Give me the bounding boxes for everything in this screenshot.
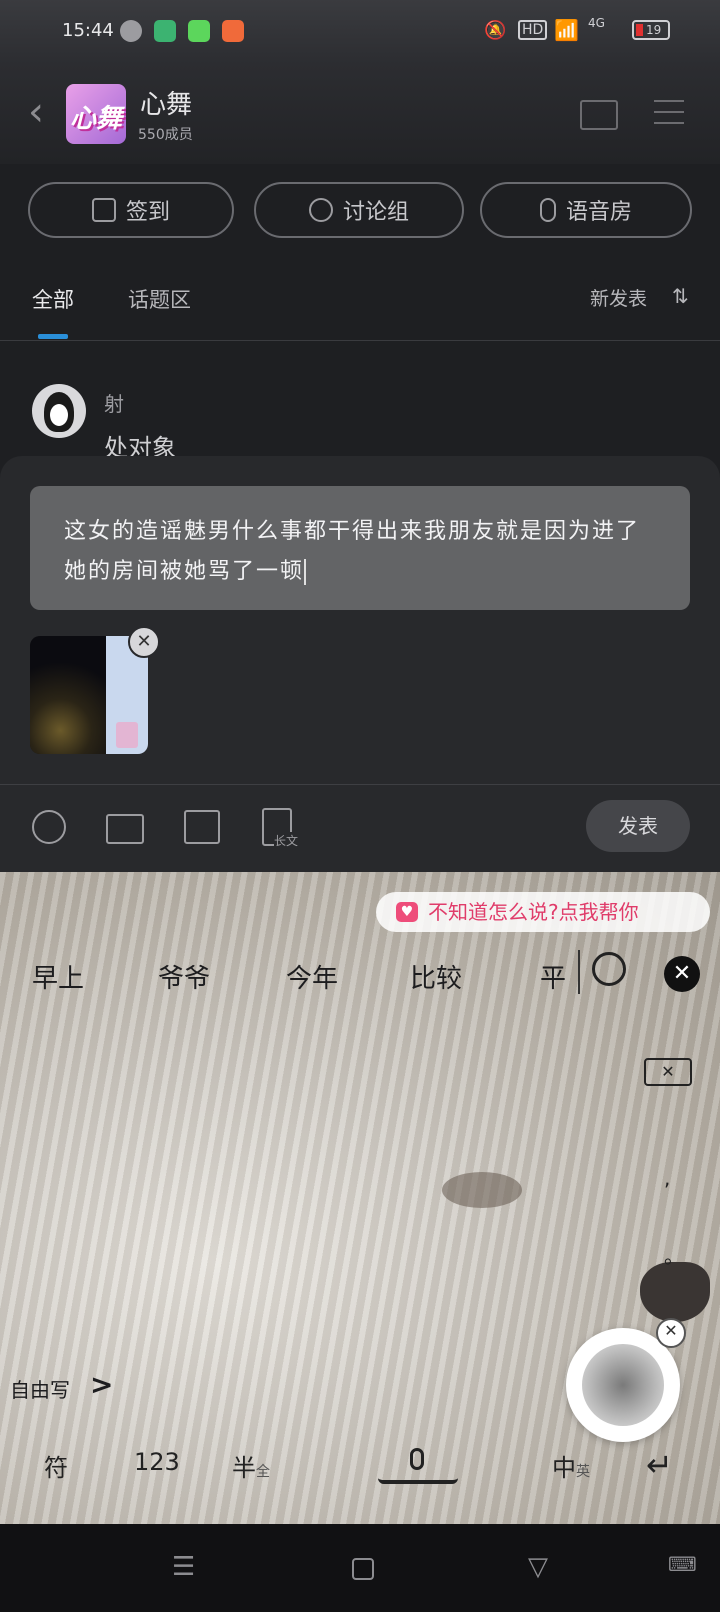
wechat-icon bbox=[120, 20, 142, 42]
half-width-label: 半 bbox=[232, 1454, 256, 1482]
discussion-button[interactable]: 讨论组 bbox=[254, 182, 464, 238]
freewrite-label[interactable]: 自由写 bbox=[10, 1374, 70, 1403]
add-gallery-icon[interactable] bbox=[184, 810, 220, 844]
background-dog-eye bbox=[442, 1172, 522, 1208]
long-text-label: 长文 bbox=[274, 832, 299, 849]
period-key[interactable]: 。 bbox=[664, 1240, 684, 1269]
background-dog-nose bbox=[640, 1262, 710, 1322]
candidate-word[interactable]: 爷爷 bbox=[158, 958, 210, 995]
back-nav-icon[interactable]: ▽ bbox=[528, 1552, 548, 1582]
english-label: 英 bbox=[576, 1464, 590, 1480]
battery-level: 19 bbox=[646, 23, 662, 37]
app-icon bbox=[188, 20, 210, 42]
publish-button[interactable]: 发表 bbox=[586, 800, 690, 852]
text-caret bbox=[304, 559, 307, 585]
network-label: 4G bbox=[588, 16, 605, 30]
candidate-word[interactable]: 比较 bbox=[410, 958, 462, 995]
app-icon bbox=[154, 20, 176, 42]
active-tab-indicator bbox=[38, 334, 68, 339]
voice-room-label: 语音房 bbox=[565, 200, 632, 225]
home-icon[interactable] bbox=[352, 1558, 374, 1580]
candidate-divider bbox=[578, 950, 580, 994]
chevron-right-icon[interactable]: > bbox=[90, 1368, 113, 1401]
symbols-key[interactable]: 符 bbox=[44, 1448, 68, 1483]
voice-room-button[interactable]: 语音房 bbox=[480, 182, 692, 238]
back-icon[interactable]: ‹ bbox=[28, 92, 58, 132]
group-avatar[interactable]: 心舞 bbox=[66, 84, 126, 144]
enter-icon[interactable]: ↵ bbox=[646, 1446, 673, 1484]
wifi-icon: 📶 bbox=[554, 18, 579, 42]
menu-nav-icon[interactable]: ☰ bbox=[172, 1552, 195, 1582]
compose-input[interactable]: 这女的造谣魅男什么事都干得出来我朋友就是因为进了她的房间被她骂了一顿 bbox=[30, 486, 690, 610]
microphone-icon bbox=[410, 1448, 424, 1470]
comma-key[interactable]: , bbox=[664, 1166, 670, 1190]
half-width-key[interactable]: 半全 bbox=[232, 1448, 270, 1483]
chinese-label: 中 bbox=[552, 1454, 576, 1482]
chat-bubble-icon bbox=[308, 198, 333, 222]
member-count[interactable]: 550成员 bbox=[138, 124, 193, 144]
discussion-label: 讨论组 bbox=[342, 200, 409, 225]
tab-topics[interactable]: 话题区 bbox=[128, 284, 191, 314]
menu-icon[interactable] bbox=[654, 100, 684, 126]
sort-icon[interactable]: ⇅ bbox=[672, 284, 689, 308]
sort-label[interactable]: 新发表 bbox=[590, 284, 647, 311]
candidate-word[interactable]: 今年 bbox=[286, 958, 338, 995]
heart-icon: ♥ bbox=[396, 902, 418, 922]
post-author[interactable]: 射 bbox=[104, 388, 124, 417]
app-icon bbox=[222, 20, 244, 42]
checkin-label: 签到 bbox=[125, 200, 170, 225]
close-sticker-icon[interactable]: ✕ bbox=[656, 1318, 686, 1348]
language-toggle-key[interactable]: 中英 bbox=[552, 1448, 590, 1483]
candidate-word[interactable]: 平 bbox=[540, 958, 566, 995]
battery-icon: 19 bbox=[632, 20, 670, 40]
calendar-icon bbox=[91, 198, 116, 222]
toolbar-divider bbox=[0, 784, 720, 785]
keyboard-icon[interactable]: ⌨ bbox=[668, 1552, 697, 1576]
status-time: 15:44 bbox=[62, 20, 114, 41]
numbers-key[interactable]: 123 bbox=[134, 1448, 180, 1476]
group-name[interactable]: 心舞 bbox=[140, 84, 192, 121]
remove-image-icon[interactable]: ✕ bbox=[128, 626, 160, 658]
ai-suggest-bubble[interactable]: 不知道怎么说?点我帮你 bbox=[376, 892, 710, 932]
backspace-icon[interactable]: ✕ bbox=[644, 1058, 692, 1086]
close-icon[interactable]: ✕ bbox=[664, 956, 700, 992]
attached-image-thumbnail[interactable] bbox=[30, 636, 148, 754]
full-width-label: 全 bbox=[256, 1464, 270, 1480]
mail-icon[interactable] bbox=[580, 100, 618, 130]
candidate-word[interactable]: 早上 bbox=[32, 958, 84, 995]
tab-all[interactable]: 全部 bbox=[32, 284, 74, 314]
emoji-icon[interactable] bbox=[32, 810, 66, 844]
checkin-button[interactable]: 签到 bbox=[28, 182, 234, 238]
search-icon[interactable] bbox=[592, 952, 626, 986]
avatar[interactable] bbox=[32, 384, 86, 438]
avatar-logo-text: 心舞 bbox=[70, 104, 123, 134]
compose-input-text: 这女的造谣魅男什么事都干得出来我朋友就是因为进了她的房间被她骂了一顿 bbox=[64, 519, 641, 584]
microphone-icon bbox=[539, 198, 556, 222]
mute-icon: 🔕 bbox=[484, 20, 507, 41]
hd-icon: HD bbox=[518, 20, 548, 40]
image-icon[interactable] bbox=[106, 814, 144, 844]
